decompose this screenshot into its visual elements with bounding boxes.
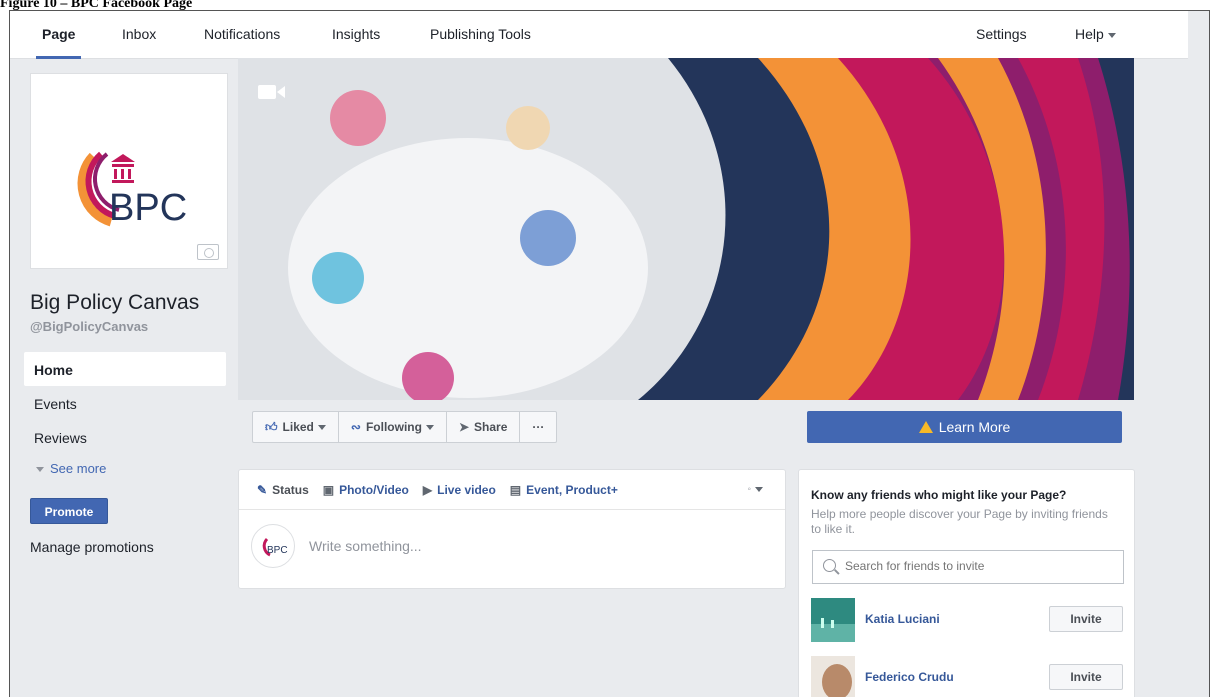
photo-icon: ▣ (322, 482, 335, 497)
sidebar-item-reviews[interactable]: Reviews (24, 420, 226, 454)
invite-title: Know any friends who might like your Pag… (811, 488, 1067, 502)
tab-live-video[interactable]: ▶ Live video (423, 483, 496, 497)
video-icon[interactable] (258, 83, 286, 101)
event-product-label: Event, Product+ (526, 482, 618, 497)
page-avatar: BPC (251, 524, 295, 568)
tab-page[interactable]: Page (35, 26, 83, 59)
bpc-logo: BPC (77, 151, 187, 229)
invite-description: Help more people discover your Page by i… (811, 507, 1108, 536)
tab-publishing-tools[interactable]: Publishing Tools (430, 26, 531, 59)
cover-photo[interactable] (238, 58, 1134, 400)
bpc-logo-small: BPC (262, 537, 288, 557)
cover-artwork (238, 58, 1134, 400)
search-icon (823, 559, 836, 572)
invite-button[interactable]: Invite (1049, 664, 1123, 690)
friend-row: Katia Luciani Invite (811, 598, 1127, 642)
page-avatar-icon: ◦ (747, 484, 751, 495)
rss-icon: ∾ (350, 420, 361, 434)
tab-inbox[interactable]: Inbox (122, 26, 156, 59)
live-video-icon: ▶ (422, 482, 433, 497)
friend-search-field[interactable] (812, 550, 1124, 584)
chevron-down-icon (317, 425, 326, 431)
logo-text: BPC (109, 187, 187, 229)
learn-more-button[interactable]: Learn More (807, 411, 1122, 443)
share-arrow-icon: ➤ (458, 420, 470, 434)
tab-settings[interactable]: Settings (976, 26, 1027, 59)
profile-picture[interactable]: BPC (30, 73, 228, 269)
tab-photo-video[interactable]: ▣ Photo/Video (323, 483, 409, 497)
facebook-page-window: Page Inbox Notifications Insights Publis… (9, 10, 1210, 697)
chevron-down-icon (36, 467, 44, 473)
camera-icon[interactable] (197, 244, 219, 260)
invite-button[interactable]: Invite (1049, 606, 1123, 632)
friend-avatar[interactable] (811, 598, 855, 642)
thumbs-up-icon: 👍︎ (265, 420, 278, 434)
left-nav: Home Events Reviews (24, 352, 226, 454)
composer-tabs: ✎ Status ▣ Photo/Video ▶ Live video ▤ Event,… (239, 470, 785, 510)
share-label: Share (474, 420, 508, 434)
more-options-button[interactable]: ··· (520, 412, 556, 442)
page-top-nav: Page Inbox Notifications Insights Publis… (10, 11, 1188, 59)
post-composer: ✎ Status ▣ Photo/Video ▶ Live video ▤ Event,… (238, 469, 786, 589)
invite-friends-panel: Know any friends who might like your Pag… (798, 469, 1135, 697)
friend-search-input[interactable] (845, 559, 1105, 573)
friend-row: Federico Crudu Invite (811, 656, 1127, 697)
chevron-down-icon (755, 486, 763, 492)
live-video-label: Live video (437, 482, 496, 497)
tab-event-product[interactable]: ▤ Event, Product+ (510, 483, 618, 497)
event-icon: ▤ (509, 482, 522, 497)
tab-insights[interactable]: Insights (332, 26, 380, 59)
friend-avatar[interactable] (811, 656, 855, 697)
following-button[interactable]: ∾ Following (339, 412, 447, 442)
status-label: Status (272, 482, 309, 497)
promote-button[interactable]: Promote (30, 498, 108, 524)
chevron-down-icon (1107, 32, 1116, 38)
logo-text: BPC (267, 545, 288, 556)
learn-more-label: Learn More (938, 419, 1011, 435)
warning-icon (918, 421, 933, 433)
see-more-label: See more (50, 461, 107, 476)
pencil-icon: ✎ (257, 482, 268, 497)
see-more-link[interactable]: See more (36, 461, 106, 476)
liked-button[interactable]: 👍︎ Liked (253, 412, 339, 442)
sidebar-item-home[interactable]: Home (24, 352, 226, 386)
share-button[interactable]: ➤ Share (447, 412, 521, 442)
liked-label: Liked (282, 420, 314, 434)
help-menu[interactable]: Help (1075, 26, 1116, 59)
help-label: Help (1075, 26, 1104, 42)
sidebar-item-events[interactable]: Events (24, 386, 226, 420)
tab-status[interactable]: ✎ Status (257, 483, 309, 497)
write-something-field[interactable]: Write something... (309, 538, 422, 554)
manage-promotions-link[interactable]: Manage promotions (30, 539, 154, 555)
page-handle[interactable]: @BigPolicyCanvas (30, 319, 148, 334)
friend-name[interactable]: Katia Luciani (865, 612, 940, 626)
friend-name[interactable]: Federico Crudu (865, 670, 954, 684)
composer-body[interactable]: BPC Write something... (239, 510, 785, 588)
photo-video-label: Photo/Video (339, 482, 409, 497)
chevron-down-icon (425, 425, 434, 431)
tab-notifications[interactable]: Notifications (204, 26, 280, 59)
audience-selector[interactable]: ◦ (747, 484, 763, 495)
page-action-bar: 👍︎ Liked ∾ Following ➤ Share ··· (252, 411, 558, 443)
page-name: Big Policy Canvas (30, 291, 200, 314)
following-label: Following (365, 420, 422, 434)
